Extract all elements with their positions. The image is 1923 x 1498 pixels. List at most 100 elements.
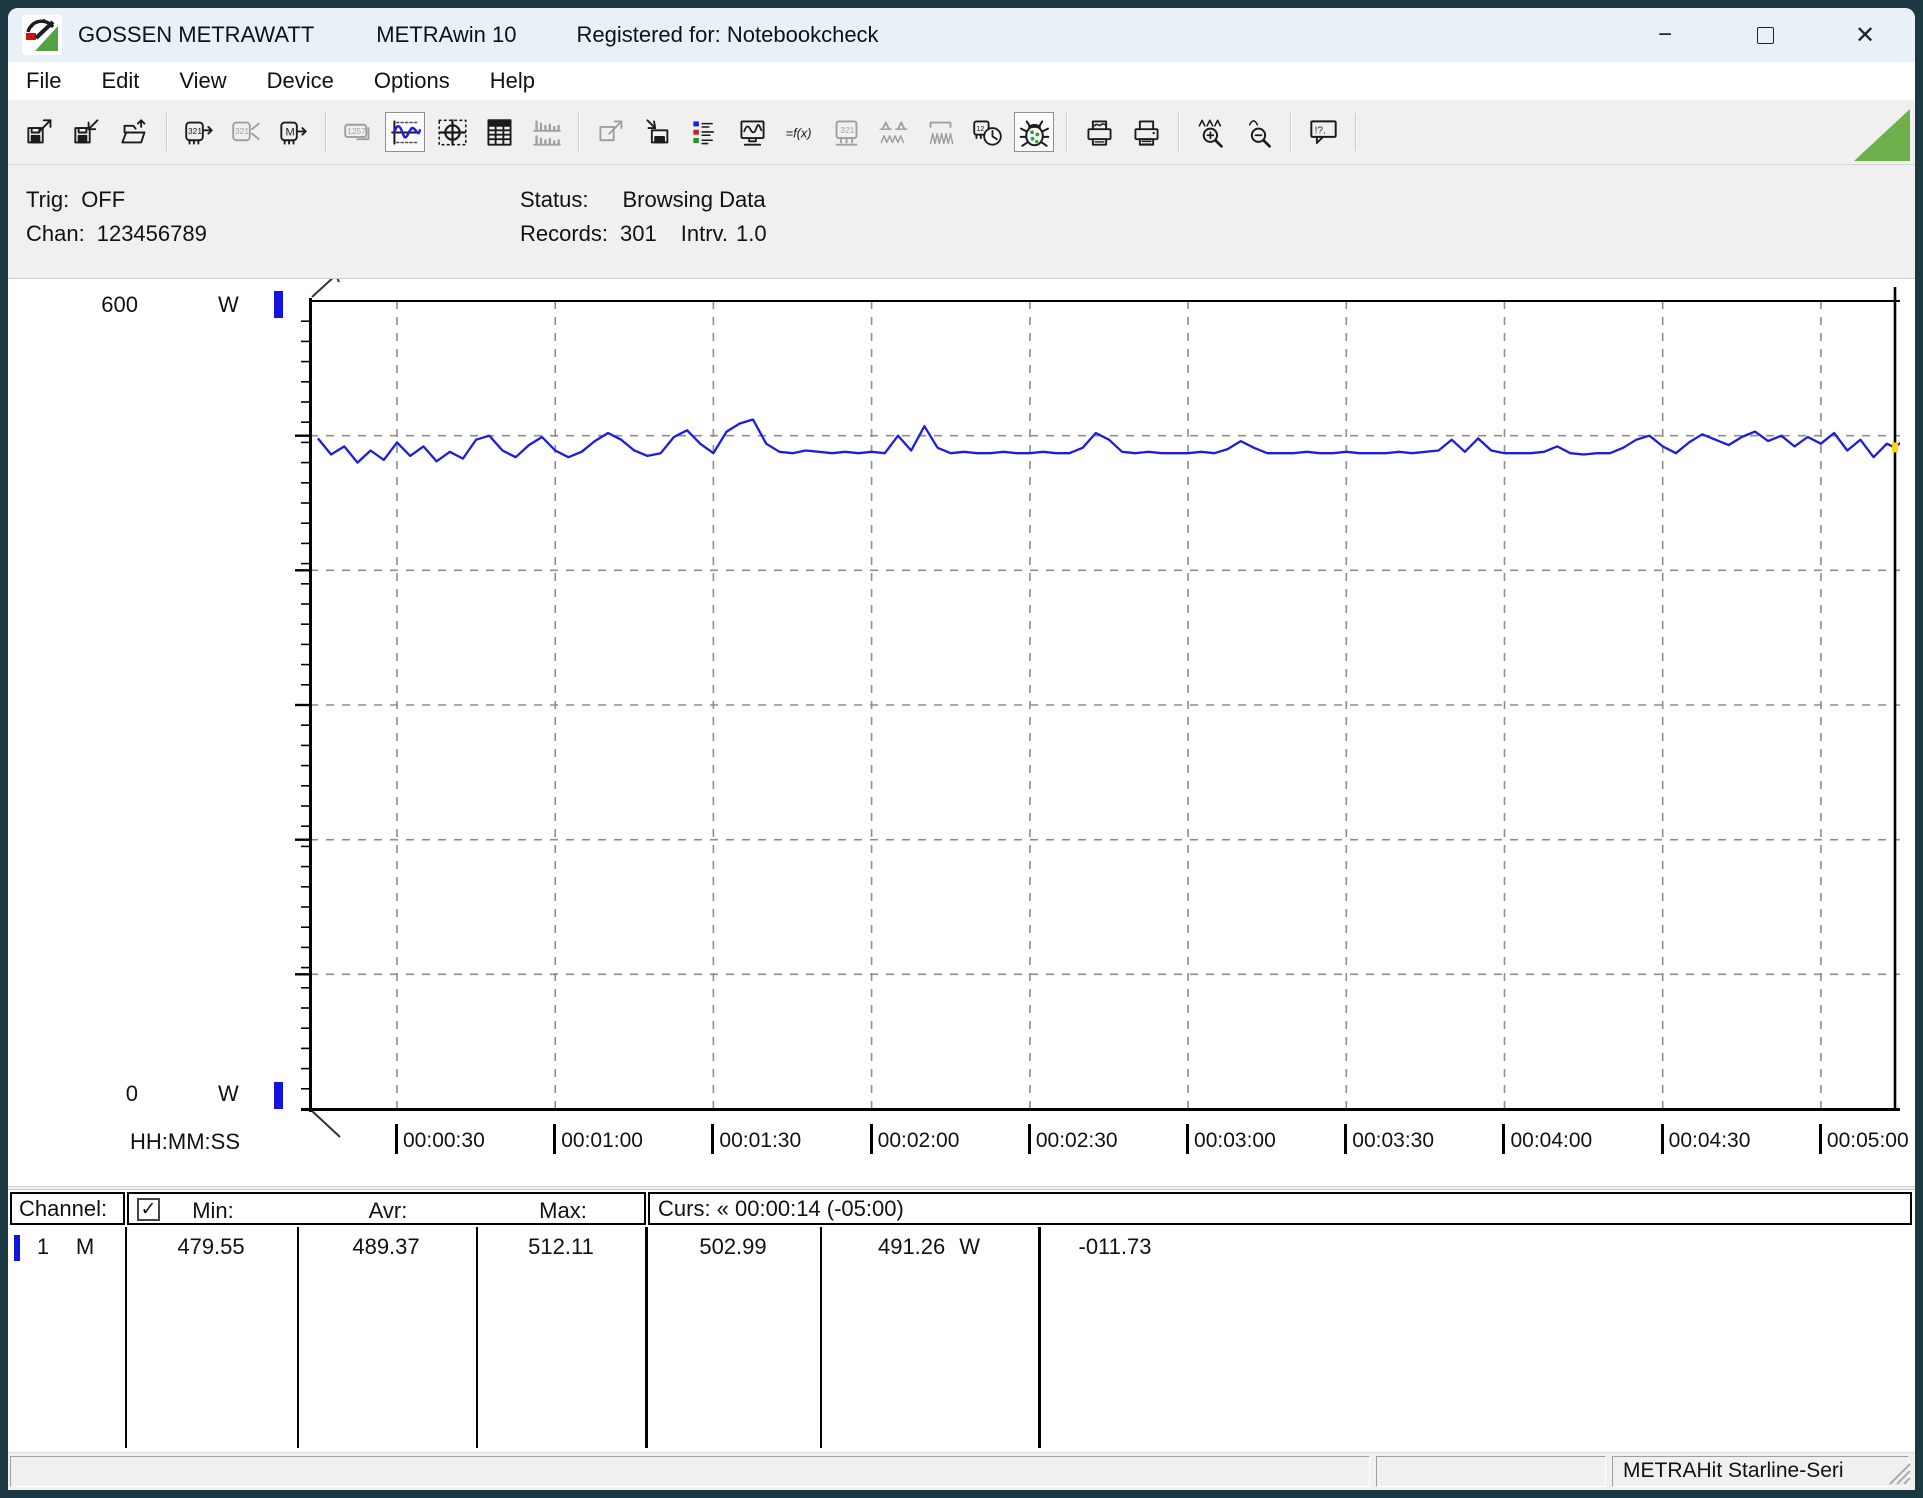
device-321-export-button[interactable]: 321 bbox=[179, 112, 219, 152]
menu-view[interactable]: View bbox=[179, 68, 226, 94]
x-axis-tick: 00:00:30 bbox=[395, 1124, 485, 1154]
menu-options[interactable]: Options bbox=[374, 68, 450, 94]
histogram-view-icon bbox=[531, 117, 562, 148]
chart-panel: 600 W 0 W HH:MM:SS 00:00:3000:01:0000:01… bbox=[8, 278, 1915, 1186]
open-folder-button[interactable] bbox=[114, 112, 154, 152]
x-axis-tick: 00:02:30 bbox=[1028, 1124, 1118, 1154]
menu-file[interactable]: File bbox=[26, 68, 61, 94]
x-tick-label: 00:00:30 bbox=[403, 1124, 485, 1153]
x-tick-mark bbox=[553, 1124, 556, 1154]
title-registration: Registered for: Notebookcheck bbox=[577, 22, 879, 48]
trigger-status: Trig:OFF bbox=[26, 187, 125, 213]
channel-list-button[interactable] bbox=[685, 112, 725, 152]
svg-text:12: 12 bbox=[976, 123, 984, 132]
records-line: Records:301Intrv.1.0 bbox=[520, 221, 767, 247]
table-header-min: Min: bbox=[143, 1198, 283, 1224]
row-max-value: 512.11 bbox=[491, 1234, 631, 1260]
x-tick-mark bbox=[711, 1124, 714, 1154]
debug-bug-icon bbox=[1019, 117, 1050, 148]
x-axis-tick: 00:03:30 bbox=[1344, 1124, 1434, 1154]
zoom-out-button[interactable] bbox=[1238, 112, 1278, 152]
timer-clock-button[interactable]: 12 bbox=[967, 112, 1007, 152]
statusbar-panel-secondary bbox=[1376, 1456, 1606, 1487]
export-file-icon bbox=[596, 117, 627, 148]
x-tick-mark bbox=[1186, 1124, 1189, 1154]
toolbar-separator bbox=[166, 113, 168, 151]
connected-device-name: METRAHit Starline-Seri bbox=[1623, 1459, 1844, 1482]
svg-text:M: M bbox=[285, 126, 294, 138]
x-axis-tick: 00:05:00 bbox=[1819, 1124, 1909, 1154]
import-device-button[interactable] bbox=[638, 112, 678, 152]
status-line: Status:Browsing Data bbox=[520, 187, 766, 213]
device-memory-export-icon: M bbox=[278, 117, 309, 148]
device-321-icon: 321 bbox=[831, 117, 862, 148]
app-window: GOSSEN METRAWATT METRAwin 10 Registered … bbox=[8, 8, 1915, 1490]
table-view-icon bbox=[484, 117, 515, 148]
x-tick-mark bbox=[395, 1124, 398, 1154]
split-curves-button bbox=[873, 112, 913, 152]
live-monitor-button[interactable] bbox=[732, 112, 772, 152]
annotation-icon: !?. bbox=[1308, 117, 1339, 148]
app-logo-icon bbox=[22, 15, 62, 55]
row-delta-value: -011.73 bbox=[1045, 1234, 1185, 1260]
envelope-curves-icon bbox=[925, 117, 956, 148]
formula-fx-button[interactable]: =f(x) bbox=[779, 112, 819, 152]
menu-help[interactable]: Help bbox=[490, 68, 535, 94]
menu-device[interactable]: Device bbox=[267, 68, 334, 94]
debug-bug-button[interactable] bbox=[1014, 112, 1054, 152]
timer-clock-icon: 12 bbox=[972, 117, 1003, 148]
print-graph-icon bbox=[1084, 117, 1115, 148]
print-icon bbox=[1131, 117, 1162, 148]
column-divider bbox=[297, 1227, 299, 1448]
numeric-display-button: 1257 bbox=[338, 112, 378, 152]
menu-edit[interactable]: Edit bbox=[101, 68, 139, 94]
save-export-button[interactable] bbox=[20, 112, 60, 152]
logo-red-block bbox=[26, 33, 36, 40]
x-tick-label: 00:04:30 bbox=[1669, 1124, 1751, 1153]
annotation-button[interactable]: !?. bbox=[1303, 112, 1343, 152]
x-tick-mark bbox=[1028, 1124, 1031, 1154]
y-axis-max-label: 600 bbox=[92, 292, 138, 318]
chart-view-button[interactable] bbox=[385, 112, 425, 152]
formula-fx-icon: =f(x) bbox=[784, 117, 815, 148]
channel-table: Channel: ✓ Min: Avr: Max: Curs: « 00:00:… bbox=[8, 1190, 1915, 1452]
open-folder-icon bbox=[119, 117, 150, 148]
maximize-icon bbox=[1757, 27, 1774, 44]
trigger-value: OFF bbox=[81, 187, 125, 212]
column-divider bbox=[820, 1227, 822, 1448]
x-tick-mark bbox=[1819, 1124, 1822, 1154]
zoom-out-icon bbox=[1243, 117, 1274, 148]
histogram-view-button bbox=[526, 112, 566, 152]
device-memory-export-button[interactable]: M bbox=[273, 112, 313, 152]
crosshair-cursor-button[interactable] bbox=[432, 112, 472, 152]
x-tick-mark bbox=[1344, 1124, 1347, 1154]
table-view-button[interactable] bbox=[479, 112, 519, 152]
minimize-button[interactable]: − bbox=[1615, 8, 1715, 62]
window-resize-grip-icon[interactable] bbox=[1886, 1460, 1912, 1486]
zoom-in-button[interactable] bbox=[1191, 112, 1231, 152]
save-import-icon bbox=[72, 117, 103, 148]
row-channel-mode: M bbox=[70, 1234, 100, 1260]
power-line-chart[interactable] bbox=[8, 279, 1915, 1187]
close-button[interactable]: ✕ bbox=[1815, 8, 1915, 62]
interval-value: 1.0 bbox=[736, 221, 767, 246]
import-device-icon bbox=[643, 117, 674, 148]
statusbar-panel-main bbox=[10, 1456, 1370, 1487]
zoom-in-icon bbox=[1196, 117, 1227, 148]
row-cursor2-unit: W bbox=[959, 1234, 980, 1259]
column-divider-thick bbox=[1038, 1227, 1041, 1448]
save-export-icon bbox=[25, 117, 56, 148]
save-import-button[interactable] bbox=[67, 112, 107, 152]
print-graph-button[interactable] bbox=[1079, 112, 1119, 152]
print-button[interactable] bbox=[1126, 112, 1166, 152]
title-bar: GOSSEN METRAWATT METRAwin 10 Registered … bbox=[8, 8, 1915, 62]
toolbar-separator bbox=[1178, 113, 1180, 151]
maximize-button[interactable] bbox=[1715, 8, 1815, 62]
table-header-max: Max: bbox=[493, 1198, 633, 1224]
y-axis-min-label: 0 bbox=[92, 1081, 138, 1107]
column-divider bbox=[476, 1227, 478, 1448]
records-value: 301 bbox=[620, 221, 657, 246]
x-tick-label: 00:03:30 bbox=[1352, 1124, 1434, 1153]
x-axis-tick: 00:01:00 bbox=[553, 1124, 643, 1154]
device-321-import-button: 321 bbox=[226, 112, 266, 152]
